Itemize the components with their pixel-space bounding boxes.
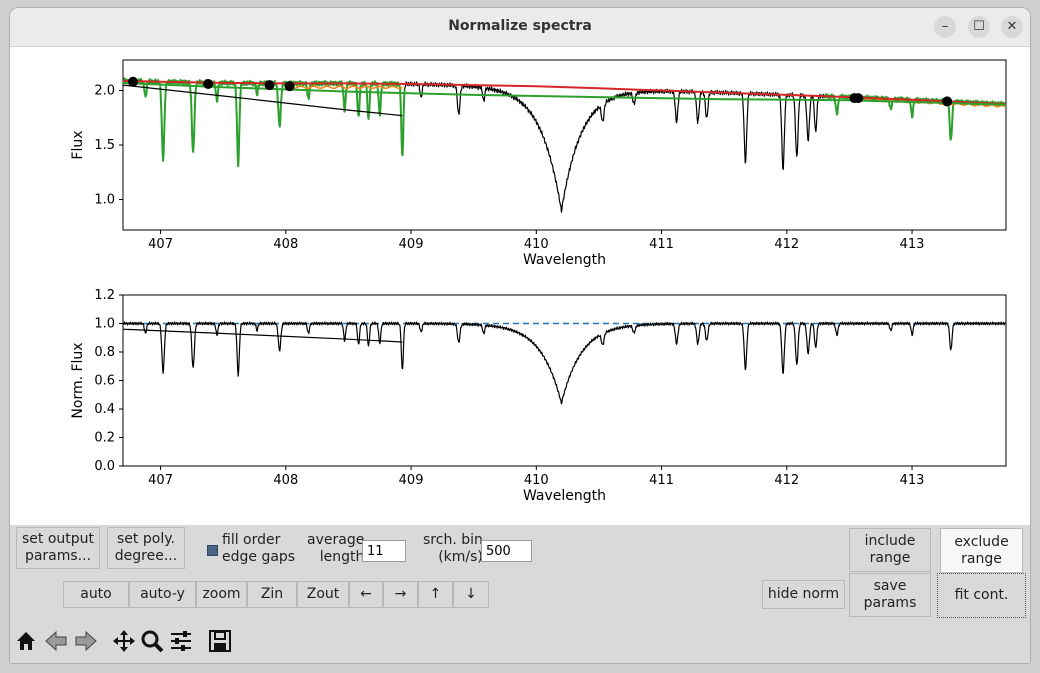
zout-button[interactable]: Zout bbox=[297, 581, 349, 608]
bottom-ytick-label: 0.4 bbox=[94, 402, 115, 417]
orange-segment-left-line bbox=[285, 85, 403, 90]
bottom-xlabel: Wavelength bbox=[523, 488, 606, 504]
bottom-xtick-label: 410 bbox=[524, 473, 549, 488]
plot-canvas[interactable]: 407 408 409 410 411 412 413 1.0 1.5 2.0 Wavelength… bbox=[10, 47, 1030, 525]
top-axes: 407 408 409 410 411 412 413 1.0 1.5 2.0 Wavelength… bbox=[70, 59, 1007, 268]
set-output-params-button[interactable]: set output params... bbox=[16, 527, 100, 569]
close-icon[interactable]: ✕ bbox=[1001, 16, 1023, 38]
auto-button[interactable]: auto bbox=[63, 581, 129, 608]
bottom-xtick-label: 412 bbox=[774, 473, 799, 488]
configure-icon[interactable] bbox=[168, 628, 194, 654]
top-xtick-label: 407 bbox=[148, 237, 173, 252]
fill-gaps-checkbox[interactable] bbox=[207, 545, 218, 556]
normalized-spectrum-line bbox=[122, 321, 1006, 405]
bottom-ytick-label: 0.6 bbox=[94, 374, 115, 389]
bottom-ytick-label: 1.2 bbox=[94, 288, 115, 303]
forward-icon[interactable] bbox=[73, 628, 99, 654]
pan-icon[interactable] bbox=[111, 628, 137, 654]
fit-cont-button[interactable]: fit cont. bbox=[937, 573, 1026, 618]
srch-bin-label: srch. bin (km/s) bbox=[423, 532, 483, 565]
top-ytick-label: 1.0 bbox=[94, 192, 115, 207]
title-bar: Normalize spectra – ☐ ✕ bbox=[10, 8, 1030, 47]
down-arrow-button[interactable]: ↓ bbox=[453, 581, 489, 608]
bottom-ytick-label: 0.8 bbox=[94, 345, 115, 360]
auto-y-button[interactable]: auto-y bbox=[129, 581, 196, 608]
top-ytick-label: 2.0 bbox=[94, 84, 115, 99]
top-ylabel: Flux bbox=[70, 130, 86, 159]
save-icon[interactable] bbox=[207, 628, 233, 654]
average-length-label: average length bbox=[307, 532, 365, 565]
zoom-icon[interactable] bbox=[139, 628, 165, 654]
bottom-xtick-label: 413 bbox=[900, 473, 925, 488]
continuum-point bbox=[264, 80, 275, 91]
bottom-xtick-label: 409 bbox=[399, 473, 424, 488]
set-poly-degree-button[interactable]: set poly. degree... bbox=[107, 527, 185, 569]
left-arrow-button[interactable]: ← bbox=[349, 581, 383, 608]
fill-gaps-label: fill order edge gaps bbox=[222, 532, 296, 565]
bottom-axes-frame bbox=[122, 294, 1007, 467]
top-xlabel: Wavelength bbox=[523, 252, 606, 268]
top-xtick-label: 409 bbox=[399, 237, 424, 252]
bottom-xtick-label: 407 bbox=[148, 473, 173, 488]
bottom-ytick-label: 0.2 bbox=[94, 431, 115, 446]
top-xtick-label: 412 bbox=[774, 237, 799, 252]
continuum-point bbox=[284, 81, 295, 92]
bottom-xtick-label: 411 bbox=[649, 473, 674, 488]
home-icon[interactable] bbox=[13, 628, 39, 654]
bottom-ytick-label: 1.0 bbox=[94, 317, 115, 332]
continuum-point bbox=[942, 96, 953, 107]
continuum-point bbox=[853, 93, 864, 104]
include-range-button[interactable]: include range bbox=[849, 528, 931, 572]
bottom-ylabel: Norm. Flux bbox=[70, 342, 86, 418]
zin-button[interactable]: Zin bbox=[247, 581, 297, 608]
plot-figure[interactable]: 407 408 409 410 411 412 413 1.0 1.5 2.0 Wavelength… bbox=[10, 47, 1030, 525]
window-title: Normalize spectra bbox=[448, 18, 592, 34]
average-length-input[interactable] bbox=[362, 540, 406, 562]
continuum-point bbox=[203, 78, 214, 89]
zoom-button[interactable]: zoom bbox=[196, 581, 247, 608]
hide-norm-button[interactable]: hide norm bbox=[762, 580, 845, 609]
maximize-icon[interactable]: ☐ bbox=[968, 16, 990, 38]
up-arrow-button[interactable]: ↑ bbox=[418, 581, 453, 608]
top-ytick-label: 1.5 bbox=[94, 138, 115, 153]
bottom-ytick-label: 0.0 bbox=[94, 459, 115, 474]
continuum-point bbox=[128, 76, 139, 87]
top-xtick-label: 410 bbox=[524, 237, 549, 252]
minimize-icon[interactable]: – bbox=[934, 16, 956, 38]
bottom-axes: 407 408 409 410 411 412 413 0.0 0.2 0.4 0.6 0.8 1.0 1… bbox=[70, 288, 1007, 504]
right-arrow-button[interactable]: → bbox=[383, 581, 418, 608]
save-params-button[interactable]: save params bbox=[849, 573, 931, 617]
back-icon[interactable] bbox=[43, 628, 69, 654]
exclude-range-button[interactable]: exclude range bbox=[940, 528, 1023, 573]
top-xtick-label: 413 bbox=[900, 237, 925, 252]
app-window: Normalize spectra – ☐ ✕ 407 408 409 410 411 4… bbox=[10, 8, 1030, 663]
srch-bin-input[interactable] bbox=[481, 540, 532, 562]
top-xtick-label: 408 bbox=[273, 237, 298, 252]
top-xtick-label: 411 bbox=[649, 237, 674, 252]
bottom-xtick-label: 408 bbox=[273, 473, 298, 488]
